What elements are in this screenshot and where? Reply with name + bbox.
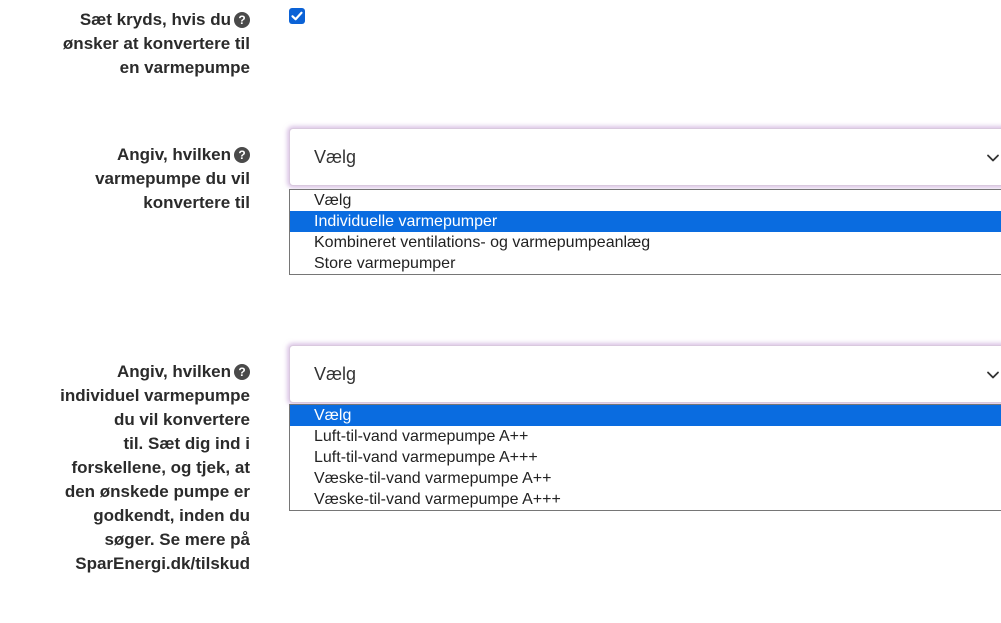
individual-heatpump-dropdown: Vælg Luft-til-vand varmepumpe A++ Luft-t… [289, 404, 1001, 511]
individual-heatpump-label: Angiv, hvilken? individuel varmepumpe du… [0, 360, 250, 576]
dropdown-option[interactable]: Luft-til-vand varmepumpe A++ [290, 426, 1001, 447]
convert-to-heatpump-label: Sæt kryds, hvis du? ønsker at konvertere… [10, 8, 250, 80]
individual-label-line-4: til. Sæt dig ind i [123, 434, 250, 453]
chevron-down-icon [987, 371, 999, 379]
dropdown-option[interactable]: Vælg [290, 190, 1001, 211]
dropdown-option[interactable]: Vælg [290, 405, 1001, 426]
individual-label-line-9[interactable]: SparEnergi.dk/tilskud [75, 554, 250, 573]
heatpump-type-label-line-3: konvertere til [143, 193, 250, 212]
individual-heatpump-selected-value: Vælg [314, 364, 357, 384]
convert-to-heatpump-checkbox[interactable] [289, 8, 305, 24]
heatpump-type-label-line-2: varmepumpe du vil [95, 169, 250, 188]
individual-label-line-3: du vil konvertere [113, 410, 250, 429]
checkmark-icon [291, 11, 303, 21]
dropdown-option[interactable]: Individuelle varmepumper [290, 211, 1001, 232]
convert-label-line-1: Sæt kryds, hvis du [79, 10, 231, 29]
individual-label-line-7: godkendt, inden du [93, 506, 250, 525]
help-icon[interactable]: ? [234, 147, 250, 163]
dropdown-option[interactable]: Væske-til-vand varmepumpe A++ [290, 468, 1001, 489]
heatpump-type-dropdown: Vælg Individuelle varmepumper Kombineret… [289, 189, 1001, 275]
heatpump-type-select[interactable]: Vælg [289, 128, 1001, 186]
individual-label-line-1: Angiv, hvilken [117, 362, 231, 381]
dropdown-option[interactable]: Væske-til-vand varmepumpe A+++ [290, 489, 1001, 510]
convert-label-line-3: en varmepumpe [119, 58, 250, 77]
heatpump-type-selected-value: Vælg [314, 147, 357, 167]
individual-heatpump-select[interactable]: Vælg [289, 345, 1001, 403]
heatpump-type-label: Angiv, hvilken? varmepumpe du vil konver… [10, 143, 250, 215]
dropdown-option[interactable]: Luft-til-vand varmepumpe A+++ [290, 447, 1001, 468]
help-icon[interactable]: ? [234, 364, 250, 380]
help-icon[interactable]: ? [234, 12, 250, 28]
convert-label-line-2: ønsker at konvertere til [62, 34, 250, 53]
individual-label-line-6: den ønskede pumpe er [64, 482, 250, 501]
heatpump-type-label-line-1: Angiv, hvilken [117, 145, 231, 164]
individual-label-line-5: forskellene, og tjek, at [71, 458, 250, 477]
chevron-down-icon [987, 154, 999, 162]
individual-label-line-8: søger. Se mere på [104, 530, 250, 549]
individual-label-line-2: individuel varmepumpe [60, 386, 250, 405]
dropdown-option[interactable]: Store varmepumper [290, 253, 1001, 274]
dropdown-option[interactable]: Kombineret ventilations- og varmepumpean… [290, 232, 1001, 253]
